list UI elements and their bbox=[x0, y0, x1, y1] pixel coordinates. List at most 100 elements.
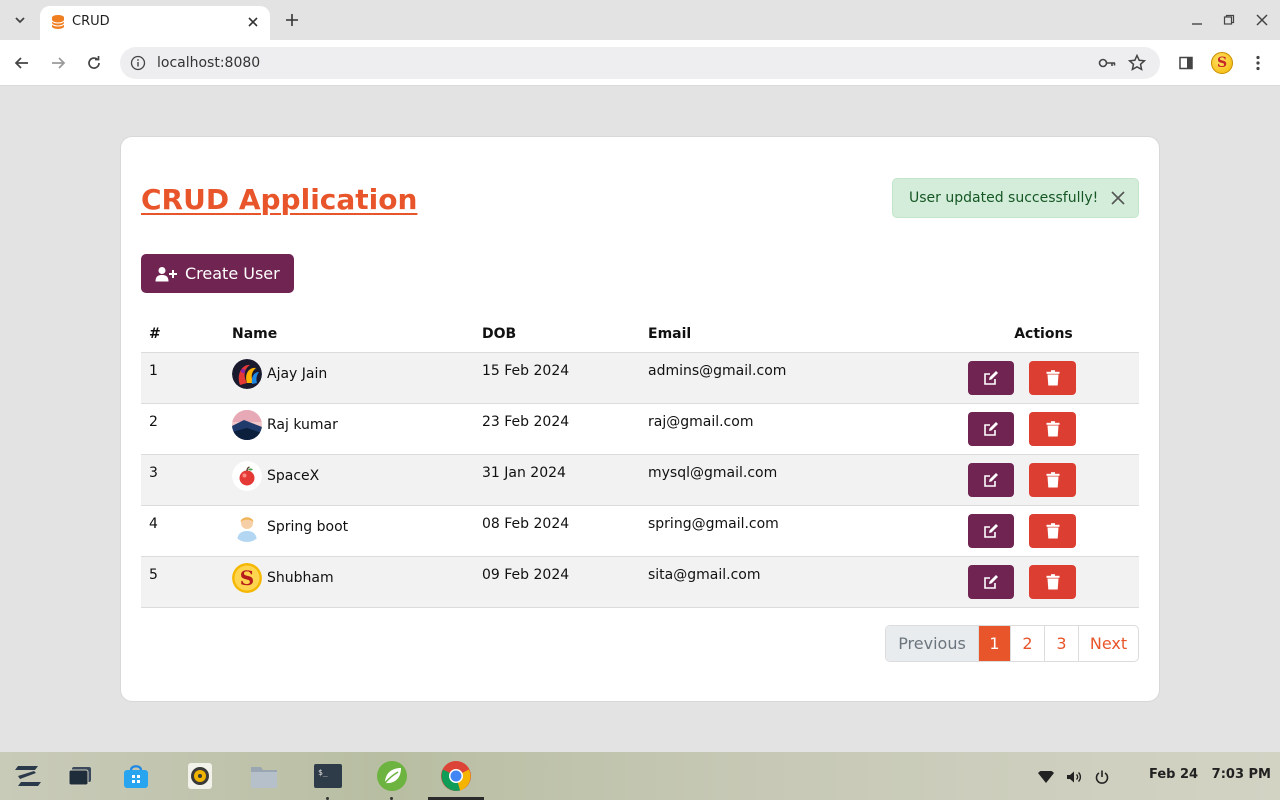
chrome-icon[interactable] bbox=[440, 760, 472, 792]
delete-button[interactable] bbox=[1029, 462, 1076, 497]
site-info-icon[interactable] bbox=[130, 55, 146, 71]
forward-arrow-icon[interactable] bbox=[46, 51, 70, 75]
music-player-icon[interactable] bbox=[184, 760, 216, 792]
header-name: Name bbox=[232, 317, 482, 353]
restore-icon[interactable] bbox=[1221, 12, 1237, 28]
edit-button[interactable] bbox=[968, 513, 1014, 548]
create-user-label: Create User bbox=[185, 264, 280, 283]
edit-button[interactable] bbox=[968, 462, 1014, 497]
header-dob: DOB bbox=[482, 317, 648, 353]
window-close-icon[interactable] bbox=[1254, 12, 1270, 28]
user-name: Spring boot bbox=[267, 518, 349, 535]
tab-close-icon[interactable] bbox=[244, 13, 262, 31]
clock-time: 7:03 PM bbox=[1211, 767, 1271, 782]
url-text[interactable]: localhost:8080 bbox=[157, 55, 260, 71]
alert-close-icon[interactable] bbox=[1110, 190, 1126, 206]
pagination-page-1[interactable]: 1 bbox=[979, 626, 1011, 661]
trash-icon bbox=[1046, 471, 1059, 487]
user-email: raj@gmail.com bbox=[648, 403, 948, 455]
user-dob: 31 Jan 2024 bbox=[482, 454, 648, 506]
edit-icon bbox=[984, 523, 998, 538]
trash-icon bbox=[1046, 369, 1059, 385]
edit-icon bbox=[984, 472, 998, 487]
pagination-previous[interactable]: Previous bbox=[886, 626, 979, 661]
software-store-icon[interactable] bbox=[120, 760, 152, 792]
side-panel-icon[interactable] bbox=[1174, 51, 1198, 75]
success-alert: User updated successfully! bbox=[892, 178, 1139, 218]
avatar bbox=[232, 358, 262, 389]
reload-icon[interactable] bbox=[82, 51, 106, 75]
terminal-icon[interactable]: $_ bbox=[312, 760, 344, 792]
page-title[interactable]: CRUD Application bbox=[141, 183, 417, 216]
avatar bbox=[232, 511, 262, 542]
trash-icon bbox=[1046, 522, 1059, 538]
header-actions: Actions bbox=[948, 317, 1139, 353]
file-manager-icon[interactable] bbox=[248, 760, 280, 792]
edit-button[interactable] bbox=[968, 564, 1014, 599]
edit-icon bbox=[984, 421, 998, 436]
trash-icon bbox=[1046, 420, 1059, 436]
svg-text:$_: $_ bbox=[318, 768, 328, 777]
password-key-icon[interactable] bbox=[1098, 55, 1116, 71]
alert-message: User updated successfully! bbox=[909, 190, 1099, 206]
power-icon[interactable] bbox=[1093, 768, 1111, 786]
user-email: mysql@gmail.com bbox=[648, 454, 948, 506]
delete-button[interactable] bbox=[1029, 513, 1076, 548]
svg-text:S: S bbox=[240, 566, 254, 590]
table-header-row: # Name DOB Email Actions bbox=[141, 317, 1139, 353]
tab-search-icon[interactable] bbox=[8, 8, 32, 32]
browser-tab[interactable]: CRUD bbox=[40, 6, 270, 40]
header-num: # bbox=[141, 317, 232, 353]
new-tab-icon[interactable] bbox=[282, 10, 302, 30]
avatar bbox=[232, 409, 262, 440]
users-table: # Name DOB Email Actions 1 Ajay Jain 15 … bbox=[141, 317, 1139, 608]
edit-button[interactable] bbox=[968, 360, 1014, 395]
avatar bbox=[232, 460, 262, 491]
user-dob: 23 Feb 2024 bbox=[482, 403, 648, 455]
browser-menu-icon[interactable] bbox=[1246, 51, 1270, 75]
delete-button[interactable] bbox=[1029, 411, 1076, 446]
user-dob: 15 Feb 2024 bbox=[482, 352, 648, 404]
tab-title: CRUD bbox=[72, 14, 110, 29]
header-email: Email bbox=[648, 317, 948, 353]
minimize-icon[interactable] bbox=[1189, 12, 1205, 28]
user-email: sita@gmail.com bbox=[648, 556, 948, 608]
row-num: 1 bbox=[141, 352, 232, 404]
pagination-page-2[interactable]: 2 bbox=[1011, 626, 1045, 661]
zorin-menu-icon[interactable] bbox=[12, 760, 44, 792]
user-email: admins@gmail.com bbox=[648, 352, 948, 404]
address-bar[interactable]: localhost:8080 bbox=[120, 47, 1160, 79]
wifi-icon[interactable] bbox=[1037, 768, 1055, 786]
user-name: SpaceX bbox=[267, 467, 320, 484]
user-dob: 08 Feb 2024 bbox=[482, 505, 648, 557]
user-dob: 09 Feb 2024 bbox=[482, 556, 648, 608]
table-row: 5 S Shubham 09 Feb 2024 sita@gmail.com bbox=[141, 556, 1139, 608]
user-email: spring@gmail.com bbox=[648, 505, 948, 557]
table-row: 4 Spring boot 08 Feb 2024 spring@gmail.c… bbox=[141, 505, 1139, 557]
bookmark-star-icon[interactable] bbox=[1128, 54, 1146, 72]
clock[interactable]: Feb 24 7:03 PM bbox=[1149, 767, 1271, 782]
profile-avatar-icon[interactable]: S bbox=[1211, 52, 1233, 74]
back-arrow-icon[interactable] bbox=[10, 51, 34, 75]
browser-toolbar: localhost:8080 bbox=[0, 40, 1280, 86]
user-plus-icon bbox=[155, 266, 177, 282]
pagination-page-3[interactable]: 3 bbox=[1045, 626, 1079, 661]
window-switcher-icon[interactable] bbox=[64, 760, 96, 792]
database-icon bbox=[51, 15, 65, 29]
user-name: Raj kumar bbox=[267, 416, 338, 433]
volume-icon[interactable] bbox=[1065, 768, 1083, 786]
browser-tab-strip: CRUD bbox=[0, 0, 1280, 40]
edit-icon bbox=[984, 574, 998, 589]
user-name: Ajay Jain bbox=[267, 365, 328, 382]
spring-tool-suite-icon[interactable] bbox=[376, 760, 408, 792]
pagination: Previous 1 2 3 Next bbox=[885, 625, 1139, 662]
pagination-next[interactable]: Next bbox=[1079, 626, 1138, 661]
row-num: 2 bbox=[141, 403, 232, 455]
delete-button[interactable] bbox=[1029, 564, 1076, 599]
row-num: 4 bbox=[141, 505, 232, 557]
row-num: 3 bbox=[141, 454, 232, 506]
edit-button[interactable] bbox=[968, 411, 1014, 446]
delete-button[interactable] bbox=[1029, 360, 1076, 395]
create-user-button[interactable]: Create User bbox=[141, 254, 294, 293]
crud-card: CRUD Application User updated successful… bbox=[120, 136, 1160, 702]
